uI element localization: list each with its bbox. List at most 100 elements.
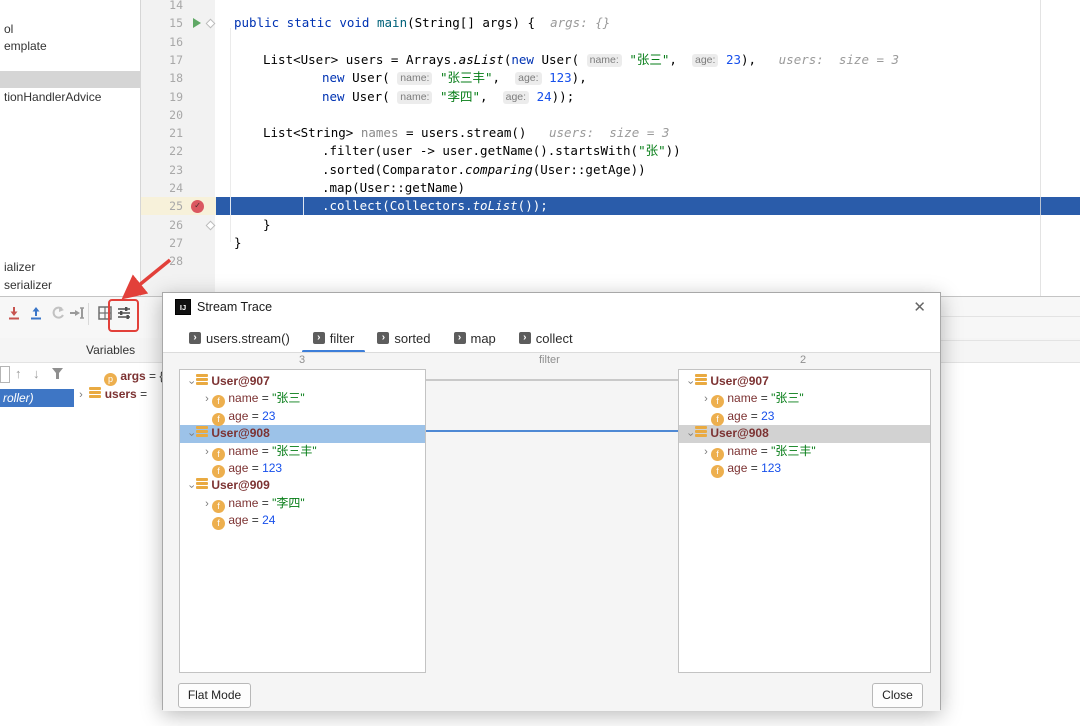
field-name: name — [228, 496, 258, 510]
code-line-27[interactable]: } — [234, 234, 242, 252]
code-line-17[interactable]: List<User> users = Arrays.asList(new Use… — [263, 51, 899, 69]
tree-row[interactable]: f age = 123 — [679, 460, 930, 477]
left-panel-item[interactable]: serializer — [4, 277, 52, 293]
close-icon[interactable]: ✕ — [913, 298, 926, 316]
breakpoint-icon[interactable]: ✓ — [191, 200, 204, 213]
gutter-line-27[interactable]: 27 — [141, 234, 216, 252]
parameter-hint: name: — [397, 91, 432, 104]
gutter-line-18[interactable]: 18 — [141, 69, 216, 87]
stack-frame-row[interactable]: roller) — [0, 389, 74, 407]
left-panel-item[interactable]: emplate — [4, 38, 47, 54]
tree-row[interactable]: ›f name = "张三丰" — [180, 443, 425, 460]
thread-dropdown[interactable] — [0, 366, 10, 383]
tree-row[interactable]: ›f name = "张三" — [679, 390, 930, 407]
tree-row[interactable]: › User@907 — [180, 373, 425, 390]
gutter-line-16[interactable]: 16 — [141, 33, 216, 51]
code-line-26[interactable]: } — [263, 216, 271, 234]
code-line-19[interactable]: new User( name: "李四", age: 24)); — [322, 88, 574, 106]
chevron-down-icon[interactable]: › — [183, 430, 200, 440]
code-line-22[interactable]: .filter(user -> user.getName().startsWit… — [322, 142, 681, 160]
left-panel-item[interactable]: ol — [4, 21, 13, 37]
gutter-line-14[interactable]: 14 — [141, 0, 216, 14]
flat-mode-button[interactable]: Flat Mode — [178, 683, 251, 708]
code-token — [542, 70, 550, 85]
code-line-18[interactable]: new User( name: "张三丰", age: 123), — [322, 69, 587, 87]
fold-marker-icon[interactable] — [206, 220, 216, 230]
code-line-24[interactable]: .map(User::getName) — [322, 179, 465, 197]
field-value: 23 — [262, 409, 275, 423]
tab-collect[interactable]: ›collect — [517, 325, 575, 351]
variable-row-users[interactable]: › users = — [76, 386, 147, 403]
after-filter-tree[interactable]: › User@907›f name = "张三"f age = 23› User… — [678, 369, 931, 673]
dialog-titlebar[interactable]: IJ Stream Trace ✕ — [163, 293, 940, 321]
code-line-25[interactable]: .collect(Collectors.toList()); — [322, 197, 548, 215]
code-line-21[interactable]: List<String> names = users.stream() user… — [263, 124, 669, 142]
field-value: "李四" — [272, 496, 305, 510]
left-panel-item[interactable] — [0, 71, 140, 88]
chevron-down-icon[interactable]: › — [682, 378, 699, 388]
chevron-right-icon[interactable]: › — [202, 391, 212, 408]
tab-usersstream[interactable]: ›users.stream() — [187, 325, 292, 351]
run-to-cursor-icon[interactable] — [69, 305, 85, 321]
tree-row[interactable]: ›f name = "张三" — [180, 390, 425, 407]
left-panel-item[interactable]: ializer — [4, 259, 35, 275]
drop-frame-icon[interactable] — [50, 305, 66, 321]
chevron-down-icon[interactable]: › — [682, 430, 699, 440]
chevron-right-icon[interactable]: › — [76, 387, 86, 404]
field-value: "张三" — [771, 391, 804, 405]
gutter-line-24[interactable]: 24 — [141, 179, 216, 197]
step-into-icon[interactable] — [6, 305, 22, 321]
variable-row-args[interactable]: p args = { — [104, 368, 163, 385]
run-method-icon[interactable] — [193, 18, 201, 28]
field-icon: f — [212, 500, 225, 513]
chevron-right-icon[interactable]: › — [701, 444, 711, 461]
chevron-right-icon[interactable]: › — [202, 496, 212, 513]
code-token: asList — [459, 52, 504, 67]
mapping-line-user908-selected — [426, 430, 678, 432]
close-button[interactable]: Close — [872, 683, 923, 708]
gutter-line-19[interactable]: 19 — [141, 88, 216, 106]
fold-marker-icon[interactable] — [206, 19, 216, 29]
gutter-line-25[interactable]: 25✓ — [141, 197, 216, 215]
chevron-down-icon[interactable]: › — [183, 482, 200, 492]
gutter-line-17[interactable]: 17 — [141, 51, 216, 69]
tree-row[interactable]: f age = 23 — [679, 408, 930, 425]
code-line-15[interactable]: public static void main(String[] args) {… — [234, 14, 610, 32]
tab-filter[interactable]: ›filter — [311, 325, 357, 351]
tree-row[interactable]: › User@907 — [679, 373, 930, 390]
gutter-line-23[interactable]: 23 — [141, 161, 216, 179]
gutter-line-21[interactable]: 21 — [141, 124, 216, 142]
gutter-line-20[interactable]: 20 — [141, 106, 216, 124]
gutter-line-15[interactable]: 15 — [141, 14, 216, 32]
code-line-23[interactable]: .sorted(Comparator.comparing(User::getAg… — [322, 161, 646, 179]
equals-sign: = — [747, 461, 761, 475]
tree-row[interactable]: ›f name = "张三丰" — [679, 443, 930, 460]
field-name: age — [727, 409, 747, 423]
chevron-right-icon[interactable]: › — [701, 391, 711, 408]
tree-row[interactable]: f age = 24 — [180, 512, 425, 529]
panel-divider — [941, 340, 1080, 341]
tree-row[interactable]: › User@908 — [180, 425, 425, 442]
left-panel-item[interactable]: tionHandlerAdvice — [4, 89, 101, 105]
tree-row[interactable]: ›f name = "李四" — [180, 495, 425, 512]
tree-row[interactable]: › User@908 — [679, 425, 930, 442]
field-icon: f — [212, 413, 225, 426]
filter-funnel-icon[interactable] — [51, 367, 64, 380]
down-arrow-icon[interactable]: ↓ — [33, 366, 40, 381]
object-label: User@907 — [211, 374, 269, 388]
before-filter-tree[interactable]: › User@907›f name = "张三"f age = 23› User… — [179, 369, 426, 673]
tree-row[interactable]: f age = 123 — [180, 460, 425, 477]
tab-sorted[interactable]: ›sorted — [375, 325, 432, 351]
tree-row[interactable]: f age = 23 — [180, 408, 425, 425]
field-name: name — [727, 391, 757, 405]
tree-row[interactable]: › User@909 — [180, 477, 425, 494]
gutter-line-22[interactable]: 22 — [141, 142, 216, 160]
gutter-line-26[interactable]: 26 — [141, 216, 216, 234]
up-arrow-icon[interactable]: ↑ — [15, 366, 22, 381]
parameter-hint: name: — [397, 72, 432, 85]
chevron-down-icon[interactable]: › — [183, 378, 200, 388]
tab-label: collect — [536, 331, 573, 346]
step-out-icon[interactable] — [28, 305, 44, 321]
chevron-right-icon[interactable]: › — [202, 444, 212, 461]
tab-map[interactable]: ›map — [452, 325, 498, 351]
